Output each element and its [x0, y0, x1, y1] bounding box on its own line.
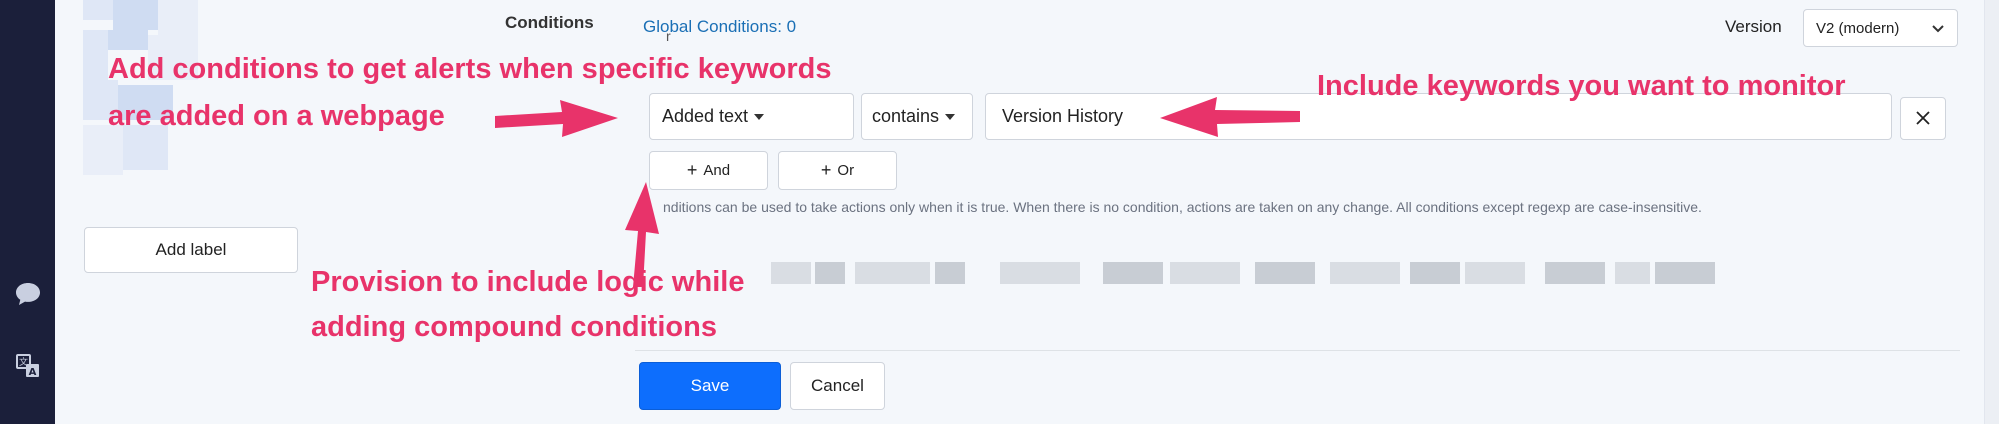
or-button[interactable]: + Or	[778, 151, 897, 190]
redacted-block	[158, 0, 198, 35]
translate-icon[interactable]: A 文	[12, 350, 44, 382]
save-button[interactable]: Save	[639, 362, 781, 410]
annotation-conditions-line2: are added on a webpage	[108, 100, 445, 132]
clipped-text: r	[666, 28, 671, 44]
svg-text:A: A	[29, 367, 37, 378]
redacted-block	[1615, 262, 1650, 284]
redacted-block	[935, 262, 965, 284]
chevron-down-icon	[1931, 18, 1945, 39]
annotation-logic-line2: adding compound conditions	[311, 311, 717, 343]
conditions-label: Conditions	[505, 13, 594, 32]
caret-down-icon	[945, 113, 956, 120]
condition-operator-value: contains	[872, 106, 940, 126]
caret-down-icon	[754, 113, 765, 120]
plus-icon: +	[820, 160, 832, 180]
redacted-block	[83, 30, 108, 80]
annotation-keywords: Include keywords you want to monitor	[1317, 70, 1846, 102]
scrollbar-track[interactable]	[1984, 0, 1999, 424]
and-button[interactable]: + And	[649, 151, 768, 190]
redacted-block	[1655, 262, 1715, 284]
redacted-block	[1170, 262, 1240, 284]
condition-value-text: Version History	[1002, 106, 1124, 126]
redacted-block	[855, 262, 930, 284]
divider	[635, 350, 1960, 351]
or-button-label: Or	[837, 162, 855, 179]
redacted-block	[1330, 262, 1400, 284]
close-icon	[1915, 106, 1931, 132]
condition-type-value: Added text	[662, 106, 749, 126]
left-sidebar: A 文	[0, 0, 55, 424]
version-label: Version	[1725, 17, 1782, 36]
condition-operator-dropdown[interactable]: contains	[861, 93, 973, 140]
redacted-block	[1255, 262, 1315, 284]
conditions-hint: nditions can be used to take actions onl…	[663, 199, 1702, 215]
version-select-value: V2 (modern)	[1816, 19, 1900, 37]
redacted-block	[1545, 262, 1605, 284]
redacted-block	[771, 262, 811, 284]
and-button-label: And	[703, 162, 731, 179]
version-select[interactable]: V2 (modern)	[1803, 9, 1958, 47]
redacted-block	[1410, 262, 1460, 284]
annotation-conditions-line1: Add conditions to get alerts when specif…	[108, 53, 832, 85]
redacted-block	[1000, 262, 1080, 284]
condition-type-dropdown[interactable]: Added text	[649, 93, 854, 140]
chat-bubble-icon[interactable]	[12, 278, 44, 310]
add-label-button[interactable]: Add label	[84, 227, 298, 273]
plus-icon: +	[686, 160, 698, 180]
annotation-logic-line1: Provision to include logic while	[311, 266, 745, 298]
redacted-block	[1103, 262, 1163, 284]
redacted-block	[1465, 262, 1525, 284]
svg-text:文: 文	[19, 356, 28, 368]
redacted-block	[83, 0, 113, 20]
redacted-block	[108, 30, 148, 50]
cancel-button[interactable]: Cancel	[790, 362, 885, 410]
remove-condition-button[interactable]	[1900, 97, 1946, 140]
redacted-block	[113, 0, 158, 30]
redacted-block	[815, 262, 845, 284]
